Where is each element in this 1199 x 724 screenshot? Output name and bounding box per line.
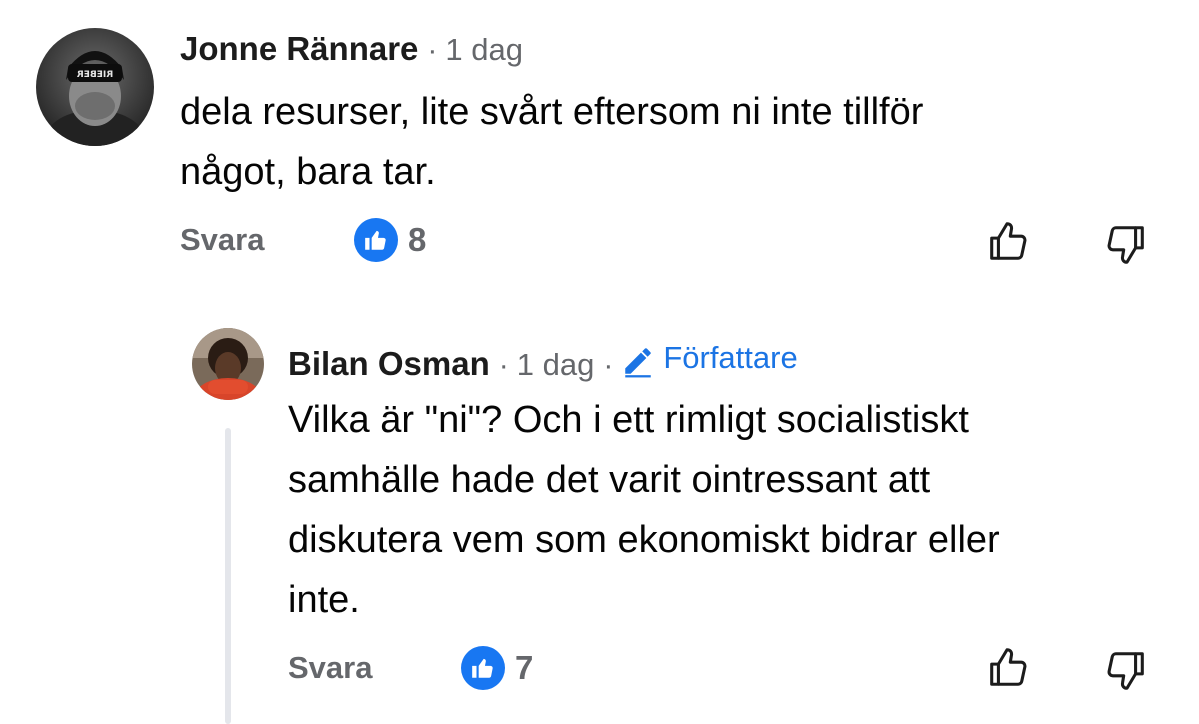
like-reaction-summary[interactable]: 7	[461, 646, 533, 690]
thumbs-up-outline-icon[interactable]	[985, 644, 1031, 695]
reply-button[interactable]: Svara	[288, 650, 372, 686]
thumbs-up-outline-icon[interactable]	[985, 218, 1031, 269]
reply-button[interactable]: Svara	[180, 222, 264, 258]
separator-dot: ·	[603, 349, 614, 382]
comment-text-line: diskutera vem som ekonomiskt bidrar elle…	[288, 519, 1000, 561]
timestamp[interactable]: 1 dag	[517, 347, 595, 383]
like-count: 7	[515, 649, 534, 686]
comment-bilan: Bilan Osman · 1 dag · Författare Vilka ä…	[0, 300, 1199, 724]
comment-text: dela resurser, lite svårt eftersom ni in…	[180, 82, 923, 202]
comment-header: Bilan Osman · 1 dag · Författare	[288, 340, 798, 383]
separator-dot: ·	[427, 34, 438, 67]
author-name[interactable]: Jonne Rännare	[180, 30, 418, 68]
comment-text: Vilka är "ni"? Och i ett rimligt sociali…	[288, 390, 1000, 630]
comment-jonne: RIEBER Jonne Rännare · 1 dag dela resurs…	[0, 0, 1199, 290]
avatar[interactable]: RIEBER	[36, 28, 154, 146]
thumbs-up-icon	[354, 218, 398, 262]
comment-text-line: något, bara tar.	[180, 151, 436, 193]
like-reaction-summary[interactable]: 8	[354, 218, 426, 262]
thumbs-down-outline-icon[interactable]	[1103, 648, 1149, 699]
author-badge: Författare	[621, 340, 798, 378]
comment-header: Jonne Rännare · 1 dag	[180, 30, 523, 68]
thumbs-up-icon	[461, 646, 505, 690]
comment-text-line: dela resurser, lite svårt eftersom ni in…	[180, 91, 924, 133]
comment-text-line: samhälle hade det varit ointressant att	[288, 459, 931, 501]
svg-text:RIEBER: RIEBER	[77, 70, 113, 80]
separator-dot: ·	[498, 349, 509, 382]
pencil-icon	[625, 348, 652, 378]
author-name[interactable]: Bilan Osman	[288, 345, 490, 383]
author-badge-label: Författare	[663, 340, 798, 375]
avatar[interactable]	[192, 328, 264, 400]
comment-text-line: Vilka är "ni"? Och i ett rimligt sociali…	[288, 399, 969, 441]
like-count: 8	[408, 221, 427, 258]
timestamp[interactable]: 1 dag	[445, 32, 523, 68]
thumbs-down-outline-icon[interactable]	[1103, 222, 1149, 273]
comment-text-line: inte.	[288, 579, 360, 621]
